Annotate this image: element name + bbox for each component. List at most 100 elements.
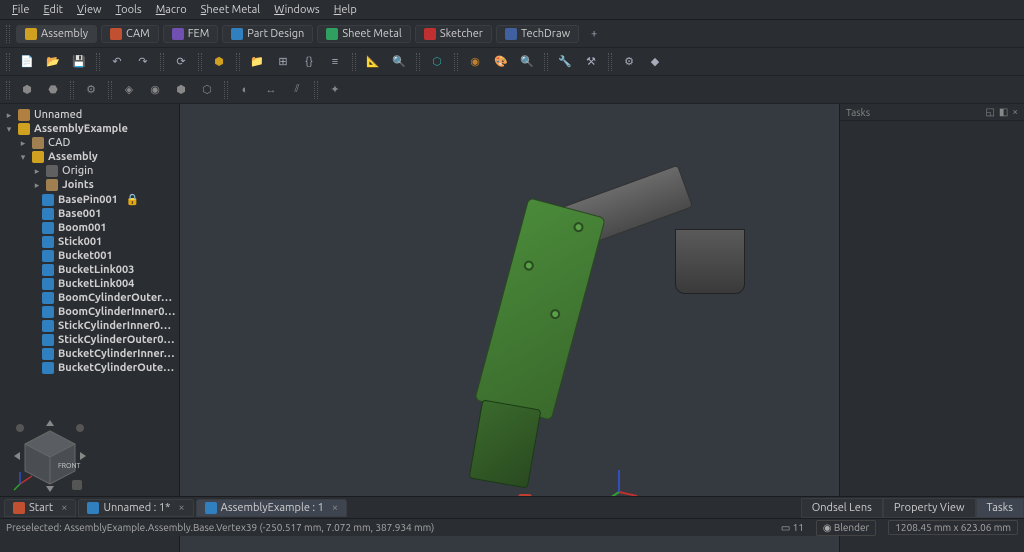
tool-icon[interactable]: ⚒ bbox=[580, 51, 602, 73]
boom-part[interactable] bbox=[474, 197, 606, 421]
menu-view[interactable]: View bbox=[71, 2, 108, 18]
tree-part[interactable]: Stick001 bbox=[0, 235, 179, 249]
new-file-icon[interactable]: 📄 bbox=[16, 51, 38, 73]
bucket-part[interactable] bbox=[675, 229, 745, 294]
toolbar-grip[interactable] bbox=[314, 81, 318, 99]
tree-part[interactable]: StickCylinderOuter0… bbox=[0, 333, 179, 347]
workbench-assembly[interactable]: Assembly bbox=[16, 25, 97, 43]
tree-assembly[interactable]: ▾Assembly bbox=[0, 150, 179, 164]
appearance-icon[interactable]: ◉ bbox=[464, 51, 486, 73]
folder-icon[interactable]: 📁 bbox=[246, 51, 268, 73]
tree-part[interactable]: Boom001 bbox=[0, 221, 179, 235]
toolbar-grip[interactable] bbox=[96, 53, 100, 71]
tab-tasks[interactable]: Tasks bbox=[976, 498, 1024, 518]
joint-slider-icon[interactable]: ⬡ bbox=[196, 79, 218, 101]
joint-distance-icon[interactable]: ↔ bbox=[260, 79, 282, 101]
toolbar-grip[interactable] bbox=[224, 81, 228, 99]
toolbar-grip[interactable] bbox=[608, 53, 612, 71]
tree-doc-unnamed[interactable]: ▸Unnamed bbox=[0, 108, 179, 122]
menu-macro[interactable]: Macro bbox=[150, 2, 193, 18]
menu-windows[interactable]: Windows bbox=[268, 2, 326, 18]
toolbar-grip[interactable] bbox=[6, 25, 10, 43]
menu-help[interactable]: Help bbox=[328, 2, 363, 18]
tree-part[interactable]: Base001 bbox=[0, 207, 179, 221]
solve-icon[interactable]: ⚙ bbox=[80, 79, 102, 101]
refresh-icon[interactable]: ⟳ bbox=[170, 51, 192, 73]
group-icon[interactable]: ⊞ bbox=[272, 51, 294, 73]
undo-icon[interactable]: ↶ bbox=[106, 51, 128, 73]
preferences-icon[interactable]: ⚙ bbox=[618, 51, 640, 73]
tree-part[interactable]: BucketLink003 bbox=[0, 263, 179, 277]
toolbar-grip[interactable] bbox=[352, 53, 356, 71]
joint-revolute-icon[interactable]: ◉ bbox=[144, 79, 166, 101]
tree-doc-assemblyexample[interactable]: ▾AssemblyExample bbox=[0, 122, 179, 136]
tree-part[interactable]: StickCylinderInner0… bbox=[0, 319, 179, 333]
add-workbench-button[interactable]: + bbox=[583, 23, 605, 45]
toolbar-grip[interactable] bbox=[160, 53, 164, 71]
tree-part[interactable]: Bucket001 bbox=[0, 249, 179, 263]
menu-sheetmetal[interactable]: Sheet Metal bbox=[195, 2, 267, 18]
workbench-sketcher[interactable]: Sketcher bbox=[415, 25, 492, 43]
tree-part[interactable]: BasePin001🔒 bbox=[0, 192, 179, 207]
menu-file[interactable]: File bbox=[6, 2, 35, 18]
open-file-icon[interactable]: 📂 bbox=[42, 51, 64, 73]
3d-viewport[interactable] bbox=[180, 104, 839, 552]
tree-origin[interactable]: ▸Origin bbox=[0, 164, 179, 178]
toolbar-grip[interactable] bbox=[6, 53, 10, 71]
joint-parallel-icon[interactable]: ⫽ bbox=[286, 79, 308, 101]
create-assembly-icon[interactable]: ⬢ bbox=[16, 79, 38, 101]
menu-edit[interactable]: Edit bbox=[37, 2, 69, 18]
varset-icon[interactable]: ≡ bbox=[324, 51, 346, 73]
restore-icon[interactable]: ◱ bbox=[985, 106, 994, 118]
joint-cylindrical-icon[interactable]: ⬢ bbox=[170, 79, 192, 101]
doc-tab-start[interactable]: Start× bbox=[4, 499, 76, 517]
nav-style-selector[interactable]: ◉ Blender bbox=[816, 520, 876, 536]
joint-ball-icon[interactable]: ◐ bbox=[234, 79, 256, 101]
link-icon[interactable]: {} bbox=[298, 51, 320, 73]
tree-part[interactable]: BucketCylinderOute… bbox=[0, 361, 179, 375]
menu-tools[interactable]: Tools bbox=[110, 2, 148, 18]
toolbar-grip[interactable] bbox=[198, 53, 202, 71]
doc-tab-unnamed[interactable]: Unnamed : 1*× bbox=[78, 499, 193, 517]
close-icon[interactable]: × bbox=[178, 502, 184, 514]
toolbar-grip[interactable] bbox=[544, 53, 548, 71]
tab-property-view[interactable]: Property View bbox=[883, 498, 976, 518]
toolbar-grip[interactable] bbox=[236, 53, 240, 71]
redo-icon[interactable]: ↷ bbox=[132, 51, 154, 73]
toolbar-grip[interactable] bbox=[454, 53, 458, 71]
inspect-icon[interactable]: 🔍 bbox=[388, 51, 410, 73]
toolbar-grip[interactable] bbox=[416, 53, 420, 71]
toolbar-grip[interactable] bbox=[108, 81, 112, 99]
tree-part[interactable]: BoomCylinderInner0… bbox=[0, 305, 179, 319]
save-file-icon[interactable]: 💾 bbox=[68, 51, 90, 73]
doc-tab-assemblyexample[interactable]: AssemblyExample : 1× bbox=[196, 499, 348, 517]
tree-part[interactable]: BucketLink004 bbox=[0, 277, 179, 291]
measure-icon[interactable]: 📐 bbox=[362, 51, 384, 73]
close-icon[interactable]: × bbox=[61, 502, 67, 514]
close-icon[interactable]: × bbox=[1012, 106, 1018, 118]
material-icon[interactable]: 🎨 bbox=[490, 51, 512, 73]
insert-link-icon[interactable]: ⬣ bbox=[42, 79, 64, 101]
joint-fixed-icon[interactable]: ◈ bbox=[118, 79, 140, 101]
navigation-cube[interactable]: FRONT bbox=[10, 416, 90, 496]
close-icon[interactable]: × bbox=[332, 502, 338, 514]
instance-count[interactable]: ▭ 11 bbox=[781, 522, 804, 534]
wrench-icon[interactable]: 🔧 bbox=[554, 51, 576, 73]
workbench-cam[interactable]: CAM bbox=[101, 25, 159, 43]
tree-folder-cad[interactable]: ▸CAD bbox=[0, 136, 179, 150]
extra-icon[interactable]: ◆ bbox=[644, 51, 666, 73]
workbench-techdraw[interactable]: TechDraw bbox=[496, 25, 579, 43]
workbench-fem[interactable]: FEM bbox=[163, 25, 219, 43]
tree-part[interactable]: BucketCylinderInner… bbox=[0, 347, 179, 361]
tree-joints[interactable]: ▸Joints bbox=[0, 178, 179, 192]
part-icon[interactable]: ⬢ bbox=[208, 51, 230, 73]
workbench-sheetmetal[interactable]: Sheet Metal bbox=[317, 25, 411, 43]
explode-icon[interactable]: ✦ bbox=[324, 79, 346, 101]
toolbar-grip[interactable] bbox=[6, 81, 10, 99]
float-icon[interactable]: ◧ bbox=[999, 106, 1008, 118]
box-icon[interactable]: ⬡ bbox=[426, 51, 448, 73]
tree-part[interactable]: BoomCylinderOuter… bbox=[0, 291, 179, 305]
base-part[interactable] bbox=[469, 399, 542, 488]
tab-ondsel-lens[interactable]: Ondsel Lens bbox=[801, 498, 883, 518]
toolbar-grip[interactable] bbox=[70, 81, 74, 99]
